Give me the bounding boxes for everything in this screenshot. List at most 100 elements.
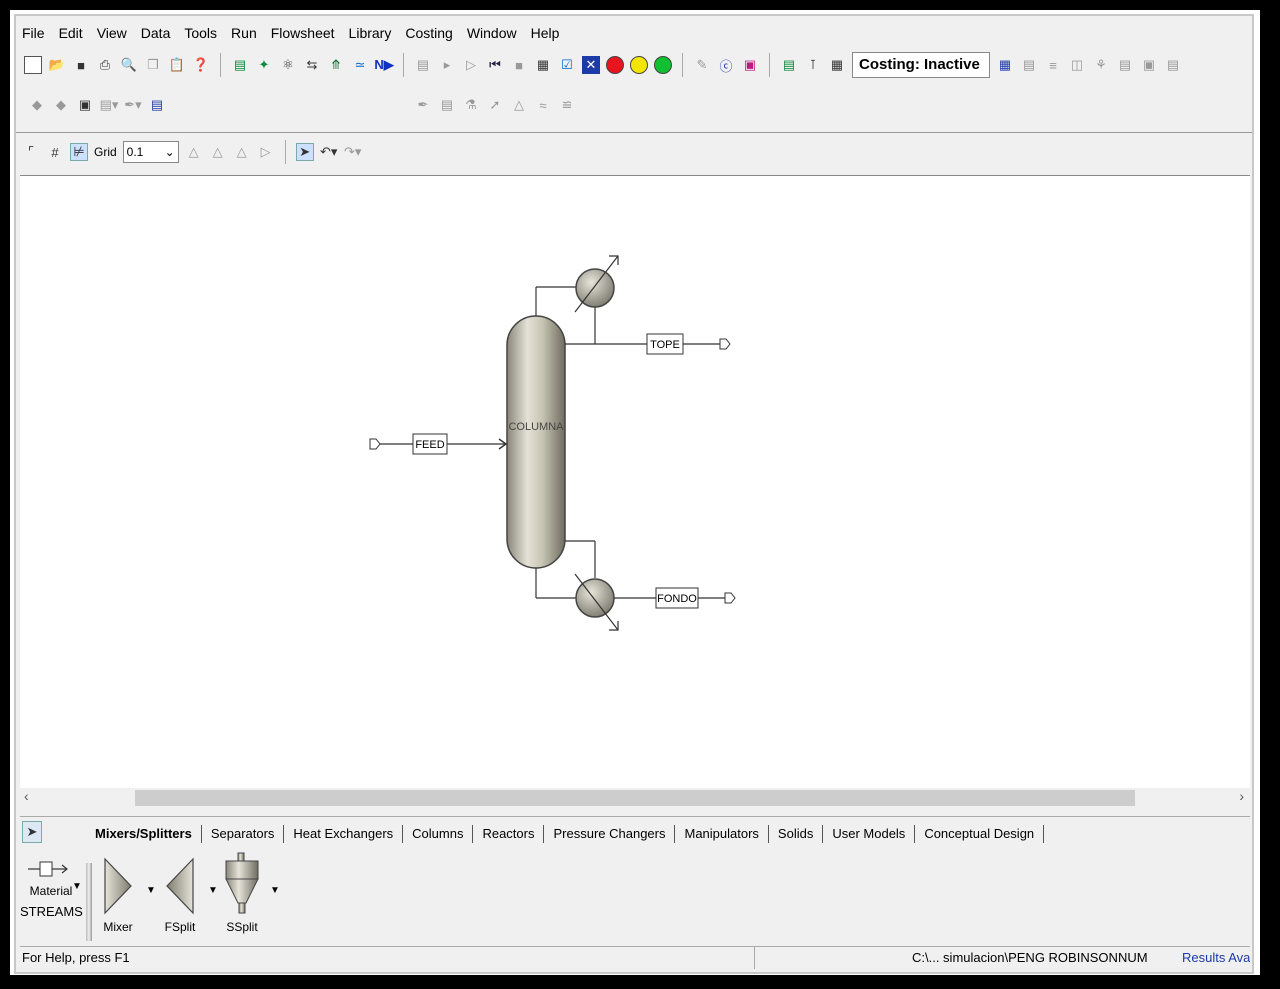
close-x-icon[interactable]: ✕ (582, 56, 600, 74)
tab-pressure-changers[interactable]: Pressure Changers (544, 825, 676, 843)
evaluate-icon[interactable]: ▤ (1020, 56, 1038, 74)
horizontal-scrollbar[interactable]: ‹ › (20, 788, 1250, 808)
tab-heat-exchangers[interactable]: Heat Exchangers (284, 825, 404, 843)
streams-icon[interactable]: ⤊ (327, 56, 345, 74)
distillation-column[interactable] (506, 315, 566, 569)
tab-reactors[interactable]: Reactors (473, 825, 545, 843)
tab-columns[interactable]: Columns (403, 825, 474, 843)
plot-scatter-icon[interactable]: ≌ (558, 96, 576, 114)
print-flowsheet-icon[interactable]: ▤ (148, 96, 166, 114)
ssplit-tool[interactable]: SSplit (220, 851, 264, 934)
flask-icon[interactable]: ⚗ (462, 96, 480, 114)
results-status[interactable]: Results Availab (1182, 950, 1250, 965)
plot-curve-icon[interactable]: ➚ (486, 96, 504, 114)
save-icon[interactable]: ■ (72, 56, 90, 74)
plot-line-icon[interactable]: ≈ (534, 96, 552, 114)
mapping-icon[interactable]: ▦ (996, 56, 1014, 74)
open-folder-icon[interactable]: 📂 (48, 56, 66, 74)
menu-file[interactable]: File (22, 25, 45, 41)
summary-icon[interactable]: ▣ (1140, 56, 1158, 74)
red-light-icon[interactable] (606, 56, 624, 74)
flowsheet-canvas[interactable]: COLUMNA TOPE FEED FONDO (20, 175, 1250, 788)
next-icon[interactable]: N▶ (374, 56, 393, 74)
rotate-icon[interactable]: △ (209, 143, 227, 161)
stop-icon[interactable]: ■ (510, 56, 528, 74)
tab-conceptual-design[interactable]: Conceptual Design (915, 825, 1045, 843)
analysis-icon[interactable]: ⓒ (717, 56, 735, 74)
costing-table-icon[interactable]: ▦ (828, 56, 846, 74)
print-icon[interactable]: ⎙ (96, 56, 114, 74)
menu-window[interactable]: Window (467, 25, 517, 41)
menu-tools[interactable]: Tools (184, 25, 217, 41)
tab-user-models[interactable]: User Models (823, 825, 916, 843)
whats-this-help-icon[interactable]: ❓ (192, 56, 210, 74)
copy-icon[interactable]: ❐ (144, 56, 162, 74)
scrollbar-thumb[interactable] (135, 790, 1135, 806)
redo-icon[interactable]: ↷▾ (344, 143, 362, 161)
scroll-right-icon[interactable]: › (1239, 788, 1244, 804)
paste-icon[interactable]: 📋 (168, 56, 186, 74)
tab-manipulators[interactable]: Manipulators (675, 825, 769, 843)
pencil-icon[interactable]: ✒ (414, 96, 432, 114)
snap-to-grid-icon[interactable]: ⊭ (70, 143, 88, 161)
menu-view[interactable]: View (97, 25, 127, 41)
mixer-tool[interactable]: Mixer (98, 855, 138, 934)
zoom-out-icon[interactable]: ◆ (52, 96, 70, 114)
tab-separators[interactable]: Separators (202, 825, 285, 843)
data-browser-icon[interactable]: ▤ (231, 56, 249, 74)
palette-select-pointer-icon[interactable]: ➤ (22, 821, 42, 843)
undo-icon[interactable]: ↶▾ (320, 143, 338, 161)
plot-triangle-icon[interactable]: △ (510, 96, 528, 114)
results-summary-icon[interactable]: ▤ (1164, 56, 1182, 74)
checkbox-icon[interactable]: ☑ (558, 56, 576, 74)
properties-icon[interactable]: ⇆ (303, 56, 321, 74)
print-preview-icon[interactable]: 🔍 (120, 56, 138, 74)
costing-setup-icon[interactable]: ▤ (780, 56, 798, 74)
annotation-icon[interactable]: ✒▾ (124, 96, 142, 114)
plot-prop-icon[interactable]: ▤ (438, 96, 456, 114)
report-icon[interactable]: ✎ (693, 56, 711, 74)
fsplit-tool[interactable]: FSplit (160, 855, 200, 934)
grid-select[interactable]: 0.1 ⌄ (122, 141, 179, 163)
menu-costing[interactable]: Costing (405, 25, 452, 41)
equipment-icon[interactable]: ≡ (1044, 56, 1062, 74)
menu-run[interactable]: Run (231, 25, 257, 41)
scroll-left-icon[interactable]: ‹ (24, 788, 29, 804)
check-results-icon[interactable]: ▦ (534, 56, 552, 74)
green-light-icon[interactable] (654, 56, 672, 74)
blocks-icon[interactable]: ≃ (351, 56, 369, 74)
condenser[interactable] (575, 268, 615, 308)
setup-icon[interactable]: ✦ (255, 56, 273, 74)
corner-icon[interactable]: ⌜ (22, 143, 40, 161)
costing-options-icon[interactable]: ⊺ (804, 56, 822, 74)
fsplit-dropdown-icon[interactable]: ▼ (208, 885, 218, 896)
size-icon[interactable]: ◫ (1068, 56, 1086, 74)
zoom-full-icon[interactable]: ▣ (76, 96, 94, 114)
aspen-energy-icon[interactable]: ▣ (741, 56, 759, 74)
reboiler[interactable] (575, 578, 615, 618)
align-icon[interactable]: △ (185, 143, 203, 161)
menu-edit[interactable]: Edit (59, 25, 83, 41)
reinitialize-icon[interactable]: ⏮ (486, 56, 504, 74)
tab-solids[interactable]: Solids (769, 825, 824, 843)
costing-status-field[interactable]: Costing: Inactive (852, 52, 990, 78)
new-file-icon[interactable] (24, 56, 42, 74)
mixer-dropdown-icon[interactable]: ▼ (146, 885, 156, 896)
select-pointer-icon[interactable]: ➤ (295, 143, 314, 161)
components-icon[interactable]: ⚛ (279, 56, 297, 74)
tab-mixers-splitters[interactable]: Mixers/Splitters (86, 825, 202, 843)
stream-dropdown-icon[interactable]: ▼ (72, 881, 82, 892)
ssplit-dropdown-icon[interactable]: ▼ (270, 885, 280, 896)
menu-library[interactable]: Library (349, 25, 392, 41)
run-icon[interactable]: ▷ (462, 56, 480, 74)
zoom-in-icon[interactable]: ◆ (28, 96, 46, 114)
menu-flowsheet[interactable]: Flowsheet (271, 25, 335, 41)
yellow-light-icon[interactable] (630, 56, 648, 74)
flip-icon[interactable]: ▷ (257, 143, 275, 161)
exchange-icon[interactable]: △ (233, 143, 251, 161)
page-break-icon[interactable]: ▤▾ (100, 96, 119, 114)
menu-help[interactable]: Help (531, 25, 560, 41)
detail-icon[interactable]: ⚘ (1092, 56, 1110, 74)
investment-icon[interactable]: ▤ (1116, 56, 1134, 74)
step-icon[interactable]: ▸ (438, 56, 456, 74)
